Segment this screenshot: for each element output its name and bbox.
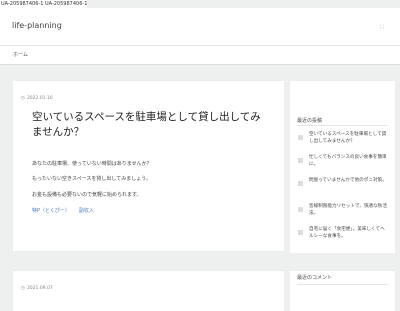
thumbnail-icon <box>298 230 303 235</box>
recent-post-item[interactable]: 自宅に届く「食宅便」。美味しくてヘルシーな食事を。 <box>297 226 390 246</box>
thumbnail-icon <box>298 207 303 212</box>
widget-title: 最近の投稿 <box>297 118 323 124</box>
post-date-text: 2021.09.07 <box>26 286 53 291</box>
recent-post-item[interactable]: 忙しくてもバランスの良い食事を簡単に。 <box>297 154 390 174</box>
recent-post-title[interactable]: 空いているスペースを駐車場として貸し出してみませんか？ <box>309 131 389 145</box>
recent-post-title[interactable]: 皆様制限能力リセットで、快適な秋活法。 <box>309 203 389 217</box>
recent-post-title[interactable]: 問屋っていませんかで他のポニ対策。 <box>309 177 389 184</box>
post-date: ◷ 2021.09.07 <box>21 286 53 291</box>
thumbnail-icon <box>298 158 303 163</box>
post-title[interactable]: 空いているスペースを駐車場として貸し出してみませんか？ <box>32 110 267 139</box>
analytics-id-text: UA-205987406-1 UA-205987406-1 <box>0 0 88 8</box>
tag-link[interactable]: 特P（とくぴー） <box>32 208 70 214</box>
post-card <box>13 271 284 311</box>
clock-icon: ◷ <box>21 96 25 101</box>
divider <box>297 284 388 285</box>
recent-post-item[interactable]: 皆様制限能力リセットで、快適な秋活法。 <box>297 203 390 223</box>
site-title[interactable]: life-planning <box>12 21 62 30</box>
post-date-text: 2022.01.16 <box>26 96 53 101</box>
rss-icon[interactable]: ∷ <box>380 23 384 31</box>
clock-icon: ◷ <box>21 286 25 291</box>
recent-post-item[interactable]: 問屋っていませんかで他のポニ対策。 <box>297 177 390 197</box>
widget-title: 最近のコメント <box>297 275 333 281</box>
post-paragraph: もったいない空きスペースを貸し出してみましょう。 <box>32 176 151 182</box>
tag-link[interactable]: 副収入 <box>79 208 94 214</box>
thumbnail-icon <box>298 135 303 140</box>
nav-item-home[interactable]: ホーム <box>13 51 28 58</box>
site-header: life-planning ∷ <box>0 8 400 45</box>
recent-post-item[interactable]: 空いているスペースを駐車場として貸し出してみませんか？ <box>297 131 390 151</box>
post-paragraph: お金も設備も必要ないので気軽に始められます。 <box>32 192 142 198</box>
recent-post-title[interactable]: 自宅に届く「食宅便」。美味しくてヘルシーな食事を。 <box>309 226 389 240</box>
recent-post-title[interactable]: 忙しくてもバランスの良い食事を簡単に。 <box>309 154 389 168</box>
global-nav: ホーム <box>0 45 400 65</box>
post-paragraph: あなたの駐車場、使っていない時間はありませんか？ <box>32 161 152 167</box>
post-tags: 特P（とくぴー） 副収入 <box>32 207 103 214</box>
post-date: ◷ 2022.01.16 <box>21 96 53 101</box>
thumbnail-icon <box>298 181 303 186</box>
divider <box>297 125 388 126</box>
